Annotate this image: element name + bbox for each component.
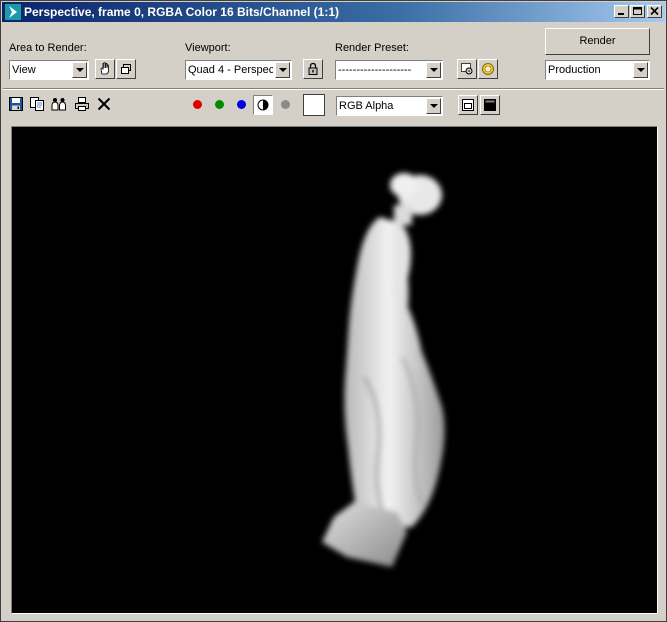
region-select-icon <box>121 64 131 74</box>
chevron-down-icon[interactable] <box>426 62 441 78</box>
monochrome-icon <box>257 99 269 111</box>
render-preset-label: Render Preset: <box>335 42 409 54</box>
clear-icon <box>97 97 111 111</box>
viewport-select[interactable]: Quad 4 - Perspective <box>185 60 292 80</box>
chevron-down-icon[interactable] <box>633 62 648 78</box>
chevron-down-icon[interactable] <box>275 62 290 78</box>
copy-image-button[interactable] <box>28 95 46 113</box>
render-button[interactable]: Render <box>545 28 650 55</box>
area-to-render-select[interactable]: View <box>9 60 89 80</box>
render-preset-select[interactable]: -------------------- <box>335 60 443 80</box>
alpha-channel-toggle[interactable] <box>281 100 290 109</box>
copy-icon <box>30 97 44 111</box>
minimize-icon <box>618 13 624 15</box>
environment-effects-button[interactable] <box>478 59 498 79</box>
toggle-ui-button[interactable] <box>480 95 500 115</box>
green-channel-toggle[interactable] <box>215 100 224 109</box>
channel-display-select[interactable]: RGB Alpha <box>336 96 443 116</box>
red-channel-toggle[interactable] <box>193 100 202 109</box>
clear-button[interactable] <box>95 95 113 113</box>
area-to-render-value: View <box>12 64 36 76</box>
window-title: Perspective, frame 0, RGBA Color 16 Bits… <box>24 5 339 19</box>
render-mode-select[interactable]: Production <box>545 60 650 80</box>
maximize-icon <box>633 7 642 15</box>
hand-icon <box>100 62 109 75</box>
app-icon <box>5 4 21 20</box>
clone-window-button[interactable] <box>50 95 68 113</box>
render-preset-value: -------------------- <box>338 64 412 76</box>
teapot-render-icon <box>482 63 494 75</box>
area-to-render-label: Area to Render: <box>9 42 87 54</box>
render-setup-icon <box>461 63 473 75</box>
statue-figure <box>322 173 445 567</box>
maximize-button[interactable] <box>630 5 645 18</box>
pixel-color-swatch[interactable] <box>303 94 325 116</box>
rendered-frame-window: Perspective, frame 0, RGBA Color 16 Bits… <box>0 0 667 622</box>
display-window-icon <box>484 99 496 111</box>
blue-channel-toggle[interactable] <box>237 100 246 109</box>
clone-window-icon <box>51 98 66 111</box>
minimize-button[interactable] <box>614 5 629 18</box>
toggle-ui-overlay-button[interactable] <box>458 95 478 115</box>
chevron-down-icon[interactable] <box>426 98 441 114</box>
auto-region-button[interactable] <box>116 59 136 79</box>
rendered-image <box>322 173 445 567</box>
viewport-value: Quad 4 - Perspective <box>188 64 273 76</box>
chevron-down-icon[interactable] <box>72 62 87 78</box>
render-setup-button[interactable] <box>457 59 477 79</box>
save-icon <box>9 97 23 111</box>
overlay-icon <box>462 99 474 111</box>
lock-icon <box>308 62 318 75</box>
toolbar-separator <box>3 88 664 90</box>
edit-region-button[interactable] <box>95 59 115 79</box>
save-image-button[interactable] <box>7 95 25 113</box>
viewport-label: Viewport: <box>185 42 231 54</box>
close-icon <box>650 7 659 16</box>
channel-display-value: RGB Alpha <box>339 100 394 112</box>
render-mode-value: Production <box>548 64 601 76</box>
rendered-image-area[interactable] <box>11 126 658 614</box>
lock-viewport-button[interactable] <box>303 59 323 79</box>
print-icon <box>75 97 89 111</box>
title-bar[interactable]: Perspective, frame 0, RGBA Color 16 Bits… <box>2 2 665 22</box>
close-button[interactable] <box>647 5 662 18</box>
monochrome-toggle[interactable] <box>253 95 273 115</box>
print-image-button[interactable] <box>73 95 91 113</box>
